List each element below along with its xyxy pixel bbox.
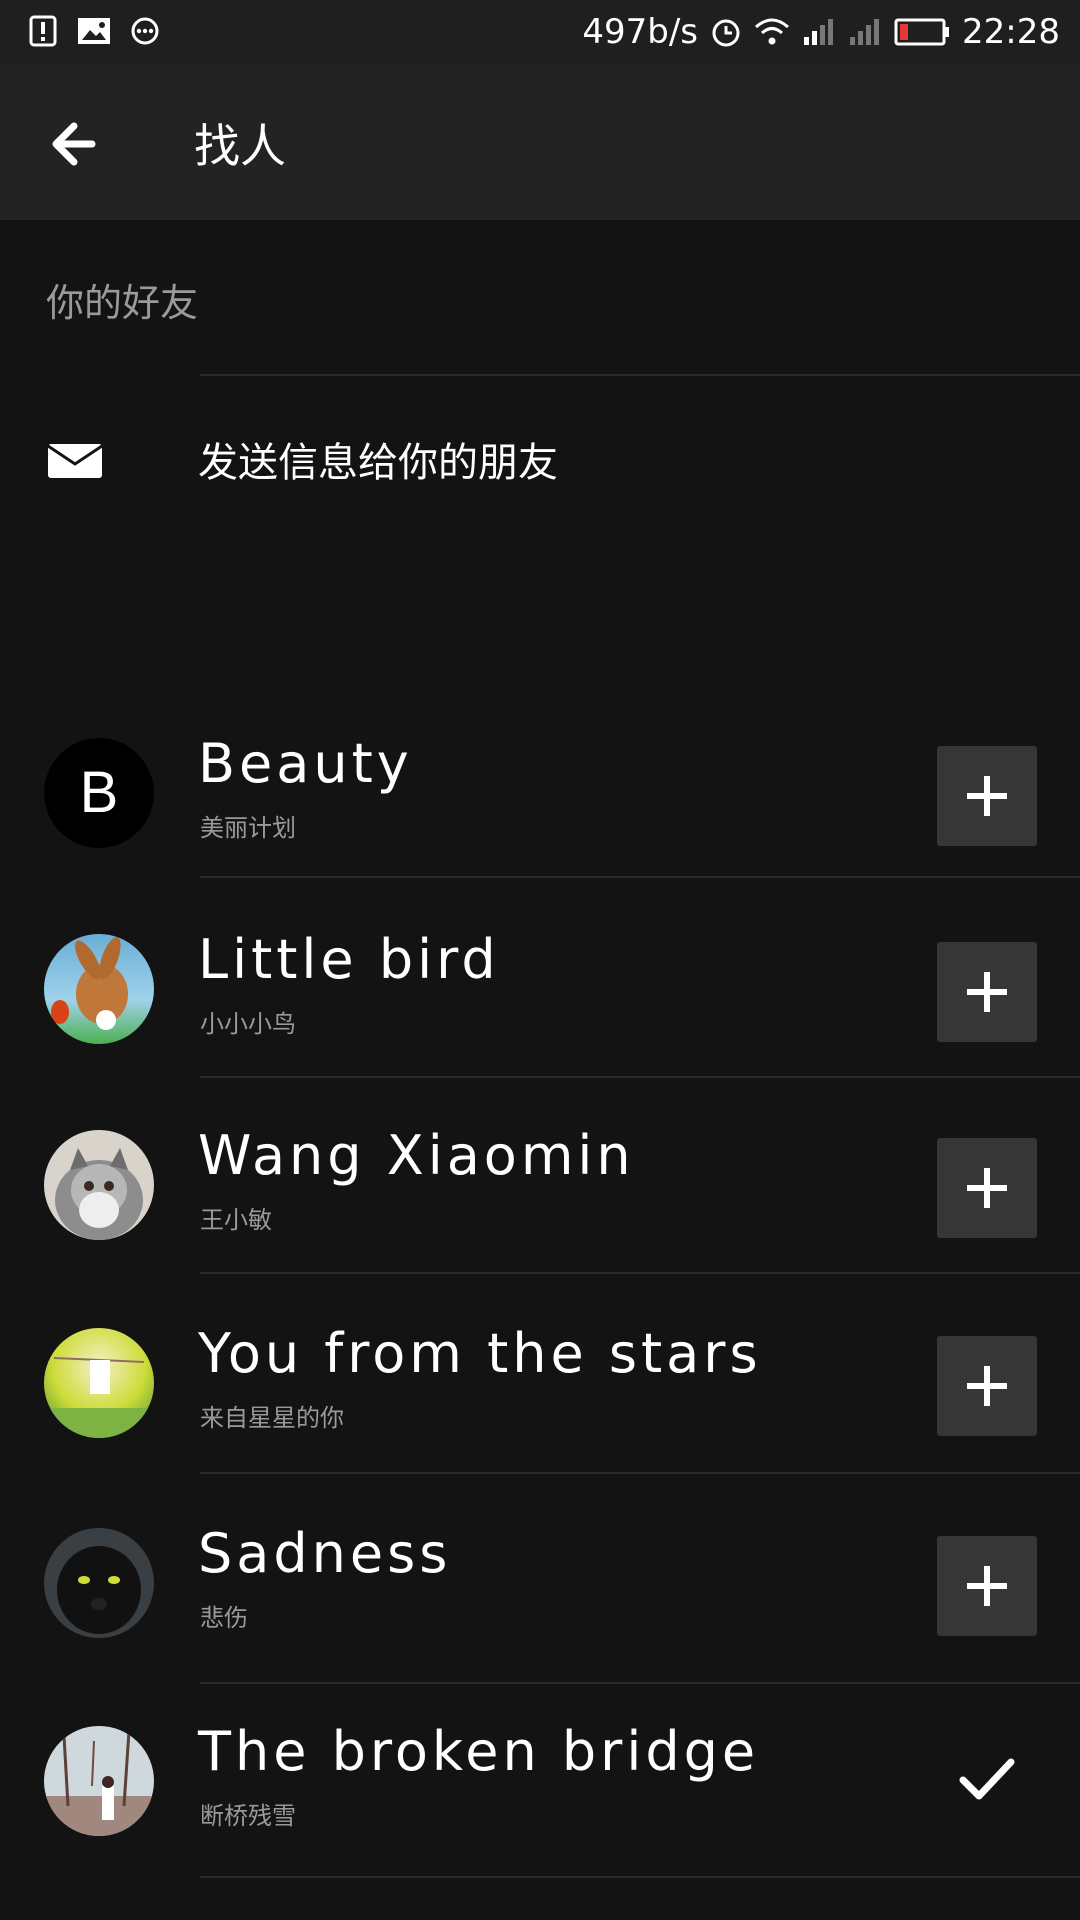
check-icon[interactable] xyxy=(955,1746,1019,1810)
arrow-back-icon[interactable] xyxy=(44,114,104,174)
signal-icon xyxy=(804,19,834,45)
app-bar: 找人 xyxy=(0,64,1080,220)
friend-name: Sadness xyxy=(198,1522,452,1585)
signal-icon-2 xyxy=(850,19,880,45)
friend-subtitle: 来自星星的你 xyxy=(200,1404,344,1432)
friend-subtitle: 小小小鸟 xyxy=(200,1010,296,1038)
invite-label: 发送信息给你的朋友 xyxy=(198,440,558,486)
section-label: 你的好友 xyxy=(46,281,199,325)
list-item[interactable]: Sadness 悲伤 xyxy=(0,1496,1080,1686)
plus-icon xyxy=(967,1566,1007,1606)
avatar xyxy=(44,1528,154,1638)
status-bar: 497b/s 22:28 xyxy=(0,0,1080,64)
divider xyxy=(200,1472,1080,1474)
friend-name: You from the stars xyxy=(198,1322,762,1385)
friend-name: Wang Xiaomin xyxy=(198,1124,635,1187)
network-speed: 497b/s xyxy=(582,12,699,52)
list-item[interactable]: B Beauty 美丽计划 xyxy=(0,706,1080,896)
battery-low-icon xyxy=(894,18,950,46)
wifi-icon xyxy=(755,18,790,45)
friend-name: The broken bridge xyxy=(198,1720,760,1783)
list-item[interactable]: The broken bridge 断桥残雪 xyxy=(0,1694,1080,1884)
alert-icon xyxy=(29,15,57,47)
plus-icon xyxy=(967,1366,1007,1406)
mail-icon xyxy=(48,444,102,478)
plus-icon xyxy=(967,1168,1007,1208)
image-icon xyxy=(78,18,110,44)
friend-name: Beauty xyxy=(198,732,413,795)
friend-subtitle: 断桥残雪 xyxy=(200,1802,296,1830)
plus-icon xyxy=(967,972,1007,1012)
list-item[interactable]: Wang Xiaomin 王小敏 xyxy=(0,1098,1080,1288)
svg-text:B: B xyxy=(80,760,119,825)
divider xyxy=(200,1272,1080,1274)
plus-icon xyxy=(967,776,1007,816)
avatar xyxy=(44,1130,154,1240)
clock: 22:28 xyxy=(962,12,1060,52)
avatar: B xyxy=(44,738,154,848)
avatar xyxy=(44,1328,154,1438)
add-friend-button[interactable] xyxy=(937,1336,1037,1436)
divider xyxy=(200,1682,1080,1684)
list-item[interactable]: Little bird 小小小鸟 xyxy=(0,902,1080,1092)
add-friend-button[interactable] xyxy=(937,942,1037,1042)
divider xyxy=(200,876,1080,878)
add-friend-button[interactable] xyxy=(937,1536,1037,1636)
friend-subtitle: 美丽计划 xyxy=(200,814,296,842)
friend-subtitle: 王小敏 xyxy=(200,1206,272,1234)
friend-name: Little bird xyxy=(198,928,500,991)
friend-subtitle: 悲伤 xyxy=(200,1604,248,1632)
divider xyxy=(200,1876,1080,1878)
divider xyxy=(200,374,1080,376)
add-friend-button[interactable] xyxy=(937,746,1037,846)
alarm-icon xyxy=(712,19,740,47)
list-item[interactable]: You from the stars 来自星星的你 xyxy=(0,1296,1080,1486)
page-title: 找人 xyxy=(194,119,286,173)
divider xyxy=(200,1076,1080,1078)
avatar xyxy=(44,1726,154,1836)
invite-friends-row[interactable]: 发送信息给你的朋友 xyxy=(0,420,1080,500)
avatar xyxy=(44,934,154,1044)
add-friend-button[interactable] xyxy=(937,1138,1037,1238)
more-icon xyxy=(131,17,159,45)
